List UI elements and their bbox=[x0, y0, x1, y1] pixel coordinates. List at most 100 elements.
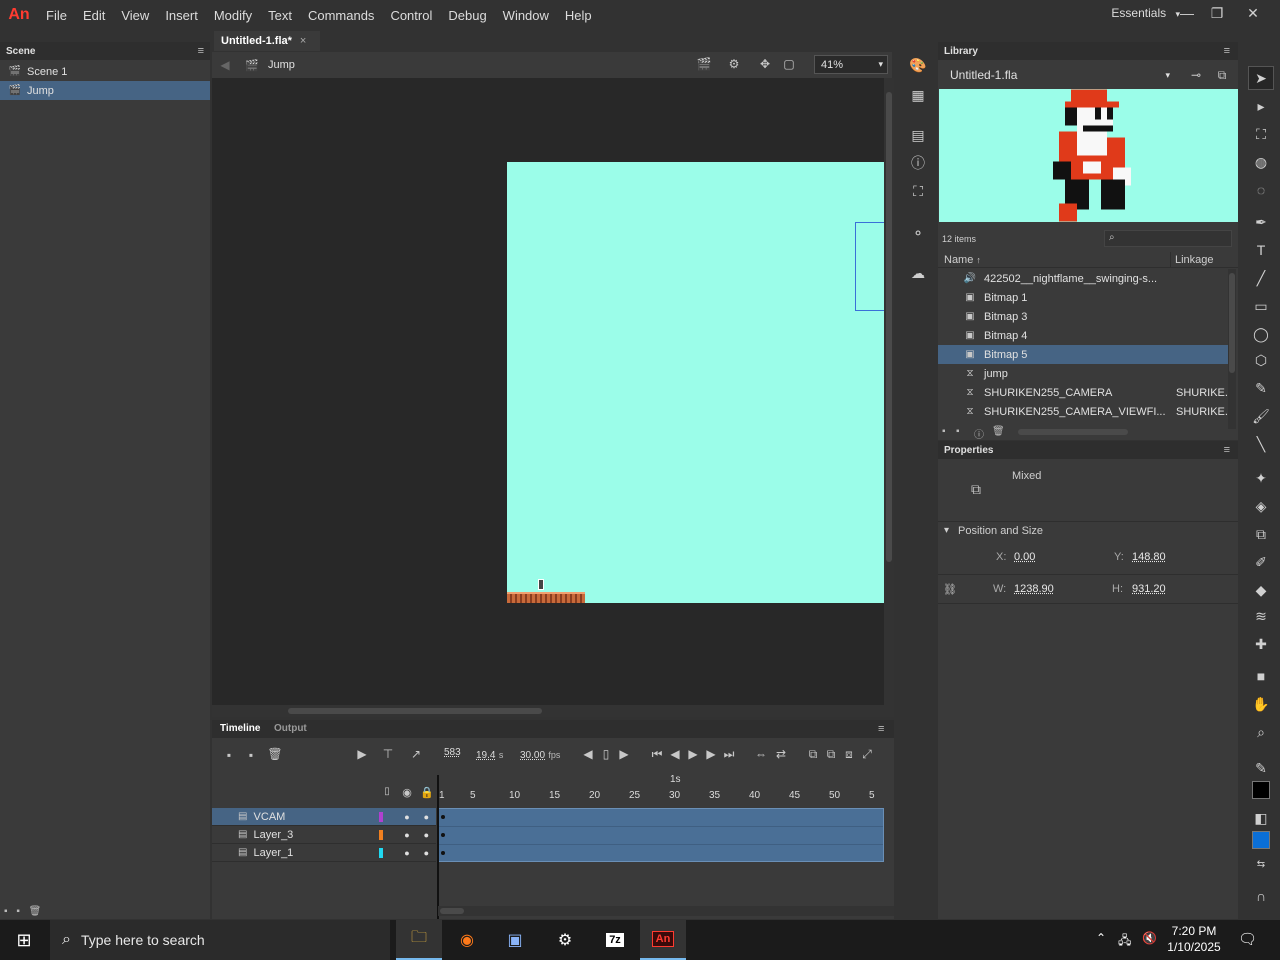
minimize-icon[interactable]: — bbox=[1172, 2, 1202, 24]
ink-bottle-tool-icon[interactable]: ⧉ bbox=[1248, 522, 1274, 546]
vertical-scrollbar-thumb[interactable] bbox=[886, 92, 892, 562]
rotate-stage-icon[interactable]: ✥ bbox=[756, 57, 774, 71]
new-symbol-icon[interactable]: ▪ bbox=[942, 426, 946, 437]
7zip-icon[interactable]: 7z bbox=[592, 920, 638, 960]
library-item[interactable]: ⧖ SHURIKEN255_CAMERA_VIEWFI... SHURIKE. bbox=[938, 402, 1228, 421]
align-icon[interactable]: ▤ bbox=[906, 124, 930, 146]
frame-rate[interactable]: 30.00 fps bbox=[520, 747, 560, 761]
column-linkage[interactable]: Linkage bbox=[1175, 254, 1214, 266]
library-item[interactable]: ▣ Bitmap 3 bbox=[938, 307, 1228, 326]
taskbar-clock[interactable]: 7:20 PM 1/10/2025 bbox=[1162, 923, 1226, 955]
prev-keyframe-icon[interactable]: ◀ bbox=[582, 747, 594, 761]
visibility-dot[interactable]: ● bbox=[397, 812, 416, 822]
y-field[interactable]: 148.80 bbox=[1132, 551, 1166, 563]
network-icon[interactable]: 🖧 bbox=[1118, 931, 1131, 952]
outline-toggle-icon[interactable]: ▯ bbox=[382, 786, 392, 797]
lock-dot[interactable]: ● bbox=[417, 830, 436, 840]
paint-brush-tool-icon[interactable]: ╲ bbox=[1248, 432, 1274, 456]
menu-edit[interactable]: Edit bbox=[75, 8, 113, 23]
library-item[interactable]: ⧖ SHURIKEN255_CAMERA SHURIKE. bbox=[938, 383, 1228, 402]
elapsed-time[interactable]: 19.4 s bbox=[476, 747, 503, 761]
play-icon[interactable]: ▶ bbox=[686, 747, 700, 761]
chevron-up-icon[interactable]: ⌃ bbox=[1096, 931, 1106, 945]
windows-start-icon[interactable]: ⊞ bbox=[0, 920, 48, 960]
pencil-tool-icon[interactable]: ✎ bbox=[1248, 376, 1274, 400]
tab-output[interactable]: Output bbox=[274, 723, 307, 734]
trash-icon[interactable]: 🗑 bbox=[992, 426, 1005, 437]
cc-libraries-icon[interactable]: ☁ bbox=[906, 262, 930, 284]
hand-tool-icon[interactable]: ✋ bbox=[1248, 692, 1274, 716]
transform-icon[interactable]: ⛶ bbox=[906, 180, 930, 202]
timeline-hscrollbar[interactable] bbox=[438, 906, 894, 916]
paint-bucket-tool-icon[interactable]: ◈ bbox=[1248, 494, 1274, 518]
bone-tool-icon[interactable]: ✦ bbox=[1248, 466, 1274, 490]
layer-color-swatch[interactable] bbox=[379, 847, 384, 858]
info-icon[interactable]: ⓘ bbox=[974, 426, 984, 441]
swap-colors-icon[interactable]: ⇆ bbox=[1248, 852, 1274, 876]
edit-symbol-icon[interactable]: ⚙ bbox=[724, 57, 744, 71]
eyedropper-tool-icon[interactable]: ✐ bbox=[1248, 550, 1274, 574]
menu-insert[interactable]: Insert bbox=[157, 8, 206, 23]
panel-menu-icon[interactable]: ≡ bbox=[1224, 45, 1230, 57]
lock-dot[interactable]: ● bbox=[417, 848, 436, 858]
app-window-icon[interactable]: ▣ bbox=[492, 920, 538, 960]
library-document-select[interactable]: Untitled-1.fla ▾ bbox=[942, 66, 1174, 84]
components-icon[interactable]: ⚬ bbox=[906, 222, 930, 244]
fill-bucket-icon[interactable]: ◧ bbox=[1248, 806, 1274, 830]
x-field[interactable]: 0.00 bbox=[1014, 551, 1035, 563]
lock-icon[interactable]: 🔒 bbox=[420, 786, 434, 799]
scene-item-scene-1[interactable]: 🎬 Scene 1 bbox=[0, 62, 210, 81]
go-first-frame-icon[interactable]: ⏮ bbox=[650, 747, 664, 762]
character-sprite[interactable] bbox=[538, 579, 544, 590]
next-keyframe-icon[interactable]: ▶ bbox=[618, 747, 630, 761]
library-hscrollbar-thumb[interactable] bbox=[1018, 429, 1128, 435]
frame-span[interactable] bbox=[439, 809, 883, 827]
stage-canvas[interactable] bbox=[507, 162, 884, 603]
menu-view[interactable]: View bbox=[113, 8, 157, 23]
file-explorer-icon[interactable]: 🗀 bbox=[396, 920, 442, 960]
duplicate-scene-icon[interactable]: ▪ bbox=[16, 906, 20, 917]
menu-commands[interactable]: Commands bbox=[300, 8, 382, 23]
fit-frames-icon[interactable]: ⤢ bbox=[860, 747, 874, 762]
onion-outline-icon[interactable]: ⧉ bbox=[824, 747, 838, 762]
width-tool-icon[interactable]: ≋ bbox=[1248, 604, 1274, 628]
swatches-icon[interactable]: ▦ bbox=[906, 84, 930, 106]
camera-icon[interactable]: ▶ bbox=[354, 747, 370, 761]
pasteboard[interactable] bbox=[212, 78, 884, 705]
close-tab-icon[interactable]: × bbox=[300, 35, 306, 47]
layer-parenting-icon[interactable]: ⊤ bbox=[380, 747, 396, 761]
loop-icon[interactable]: ⇔ bbox=[754, 747, 768, 761]
camera-viewfinder[interactable] bbox=[855, 222, 884, 311]
line-tool-icon[interactable]: ╱ bbox=[1248, 266, 1274, 290]
layer-row-layer-3[interactable]: ▤ Layer_3 ● ● bbox=[212, 826, 436, 844]
frame-grid[interactable] bbox=[438, 808, 884, 862]
polystar-tool-icon[interactable]: ⬡ bbox=[1248, 348, 1274, 372]
section-toggle-icon[interactable]: ▾ bbox=[944, 525, 949, 536]
center-frame-icon[interactable]: ⧈ bbox=[842, 747, 856, 762]
menu-modify[interactable]: Modify bbox=[206, 8, 260, 23]
library-search-input[interactable]: ⌕ bbox=[1104, 230, 1232, 247]
clip-content-icon[interactable]: ▢ bbox=[780, 57, 798, 71]
settings-gear-icon[interactable]: ⚙ bbox=[542, 920, 588, 960]
close-icon[interactable]: ✕ bbox=[1238, 2, 1268, 24]
snap-magnet-icon[interactable]: ∩ bbox=[1248, 884, 1274, 908]
step-back-icon[interactable]: ◀ bbox=[668, 747, 682, 761]
ground-tiles[interactable] bbox=[507, 592, 585, 603]
back-arrow-icon[interactable]: ◀ bbox=[214, 58, 236, 72]
breadcrumb-scene[interactable]: Jump bbox=[268, 59, 295, 71]
menu-help[interactable]: Help bbox=[557, 8, 600, 23]
oval-tool-icon[interactable]: ◯ bbox=[1248, 322, 1274, 346]
library-item[interactable]: 🔊 422502__nightflame__swinging-s... bbox=[938, 269, 1228, 288]
camera-tool-icon[interactable]: ■ bbox=[1248, 664, 1274, 688]
asset-warp-tool-icon[interactable]: ✚ bbox=[1248, 632, 1274, 656]
stroke-color-swatch[interactable] bbox=[1248, 778, 1274, 802]
menu-control[interactable]: Control bbox=[382, 8, 440, 23]
free-transform-tool-icon[interactable]: ⛶ bbox=[1248, 122, 1274, 146]
visibility-dot[interactable]: ● bbox=[397, 830, 416, 840]
section-position-size[interactable]: Position and Size bbox=[958, 525, 1043, 537]
workspace-switcher[interactable]: Essentials ▾ bbox=[1111, 6, 1180, 20]
layer-color-swatch[interactable] bbox=[379, 829, 384, 840]
graph-icon[interactable]: ↗ bbox=[408, 747, 424, 761]
layer-row-layer-1[interactable]: ▤ Layer_1 ● ● bbox=[212, 844, 436, 862]
folder-icon[interactable]: ▪ bbox=[244, 748, 258, 762]
